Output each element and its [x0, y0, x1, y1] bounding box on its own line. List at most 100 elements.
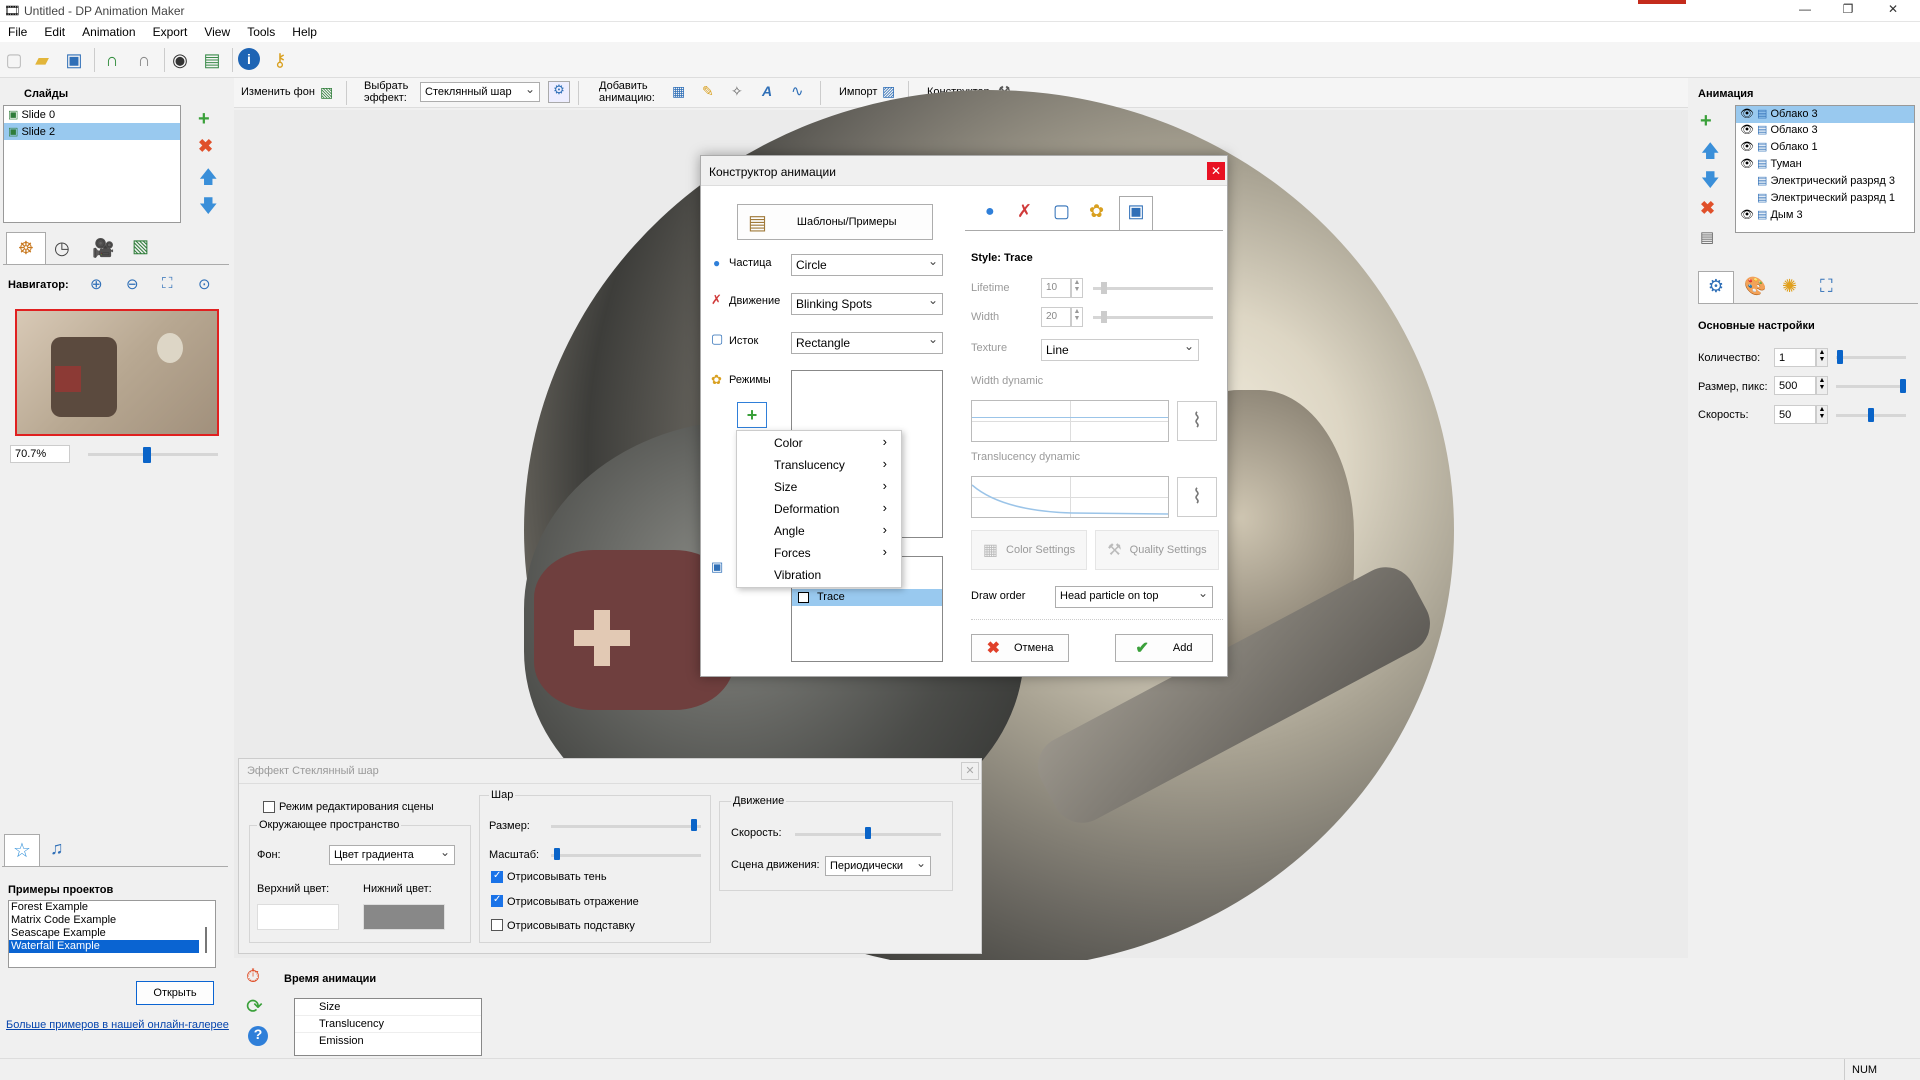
visibility-eye-icon[interactable]: 👁 [1740, 124, 1754, 136]
draw-order-select[interactable]: Head particle on top [1055, 586, 1213, 608]
size-input[interactable]: 500 [1774, 376, 1816, 395]
menu-item-deformation[interactable]: Deformation › [737, 497, 901, 519]
edit-translucency-curve-icon[interactable]: ⌇ [1177, 477, 1217, 517]
magnet-gray-icon[interactable]: ∩ [132, 48, 156, 72]
zoom-in-icon[interactable]: ⊕ [90, 275, 103, 293]
width-slider-thumb[interactable] [1101, 311, 1107, 323]
menu-export[interactable]: Export [145, 22, 194, 39]
magnet-green-icon[interactable]: ∩ [100, 48, 124, 72]
menu-animation[interactable]: Animation [74, 22, 141, 39]
shadow-checkbox[interactable] [491, 870, 503, 883]
motion-scene-select[interactable]: Периодически [825, 856, 931, 876]
menu-item-angle[interactable]: Angle › [737, 519, 901, 541]
import-icon[interactable]: ▨ [882, 83, 895, 100]
add-particles-animation-icon[interactable]: ✧ [731, 83, 743, 100]
effect-panel-close-icon[interactable]: ✕ [961, 762, 979, 780]
size-slider-thumb[interactable] [1900, 379, 1906, 393]
menu-item-forces[interactable]: Forces › [737, 541, 901, 563]
lifetime-spinner[interactable]: ▲ ▼ [1071, 278, 1083, 298]
lifetime-slider[interactable] [1093, 287, 1213, 290]
background-type-select[interactable]: Цвет градиента [329, 845, 455, 865]
speed-spinner[interactable]: ▲ ▼ [1816, 405, 1828, 424]
width-spinner[interactable]: ▲ ▼ [1071, 307, 1083, 327]
tab-modes-icon[interactable]: ✿ [1089, 201, 1104, 222]
animation-up-icon[interactable]: 🡅 [1701, 139, 1720, 169]
style-checkbox[interactable] [798, 591, 809, 603]
slide-item[interactable]: ▣ Slide 0 [4, 106, 180, 123]
count-slider[interactable] [1836, 356, 1906, 359]
layer-item[interactable]: ▤ Электрический разряд 3 [1736, 174, 1914, 191]
bottom-color-swatch[interactable] [363, 904, 445, 930]
menu-item-translucency[interactable]: Translucency › [737, 453, 901, 475]
width-input[interactable]: 20 [1041, 307, 1071, 327]
ball-size-slider-thumb[interactable] [691, 819, 697, 831]
delete-slide-icon[interactable]: ✖ [198, 136, 213, 157]
tab-settings-wheel-icon[interactable]: ☸ [6, 232, 46, 264]
menu-file[interactable]: File [0, 22, 33, 39]
tab-camera-icon[interactable]: 🎥 [92, 238, 114, 259]
examples-scrollbar[interactable] [205, 927, 207, 953]
texture-select[interactable]: Line [1041, 339, 1199, 361]
export-icon[interactable]: ▤ [200, 48, 224, 72]
tab-source-icon[interactable]: ▢ [1053, 201, 1070, 222]
zoom-slider-thumb[interactable] [143, 447, 151, 463]
visibility-eye-icon[interactable]: 👁 [1740, 108, 1754, 120]
ball-scale-slider[interactable] [551, 854, 701, 857]
timeline-refresh-icon[interactable]: ⟳ [246, 994, 263, 1019]
add-animation-icon[interactable]: + [1700, 110, 1712, 133]
zoom-field[interactable]: 70.7% [10, 445, 70, 463]
track-row[interactable]: Translucency [295, 1016, 481, 1033]
tab-effects-icon[interactable]: ✺ [1782, 276, 1797, 297]
tab-motion-icon[interactable]: ✗ [1017, 201, 1032, 222]
menu-tools[interactable]: Tools [239, 22, 281, 39]
templates-button[interactable]: ▤ Шаблоны/Примеры [737, 204, 933, 240]
lifetime-input[interactable]: 10 [1041, 278, 1071, 298]
preview-eye-icon[interactable]: ◉ [168, 48, 192, 72]
change-background-label[interactable]: Изменить фон [241, 86, 315, 98]
layer-item[interactable]: 👁 ▤ Туман [1736, 157, 1914, 174]
translucency-dynamic-graph[interactable] [971, 476, 1169, 518]
close-button[interactable]: ✕ [1873, 2, 1913, 16]
menu-edit[interactable]: Edit [36, 22, 71, 39]
tab-bounds-icon[interactable]: ⛶ [1820, 276, 1833, 297]
tab-image-icon[interactable]: ▧ [132, 236, 149, 257]
menu-item-color[interactable]: Color › [737, 431, 901, 453]
add-wave-animation-icon[interactable]: ∿ [791, 82, 804, 100]
save-icon[interactable]: ▣ [62, 48, 86, 72]
motion-select[interactable]: Blinking Spots [791, 293, 943, 315]
add-brush-animation-icon[interactable]: ✎ [702, 83, 714, 100]
particle-select[interactable]: Circle [791, 254, 943, 276]
example-item-selected[interactable]: Waterfall Example [9, 940, 199, 953]
zoom-actual-icon[interactable]: ⊙ [198, 275, 211, 293]
example-item[interactable]: Seascape Example [9, 927, 215, 940]
width-dynamic-graph[interactable] [971, 400, 1169, 442]
layer-item[interactable]: 👁 ▤ Облако 3 [1736, 123, 1914, 140]
slide-item-selected[interactable]: ▣ Slide 2 [4, 123, 180, 140]
count-spinner[interactable]: ▲ ▼ [1816, 348, 1828, 367]
size-spinner[interactable]: ▲ ▼ [1816, 376, 1828, 395]
edit-mode-checkbox[interactable] [263, 801, 275, 813]
tab-particle-circle-icon[interactable]: ● [985, 203, 995, 221]
online-gallery-link[interactable]: Больше примеров в нашей онлайн-галерее [6, 1019, 229, 1031]
zoom-out-icon[interactable]: ⊖ [126, 275, 139, 293]
zoom-fit-icon[interactable]: ⛶ [162, 275, 173, 292]
top-color-swatch[interactable] [257, 904, 339, 930]
source-select[interactable]: Rectangle [791, 332, 943, 354]
add-slide-icon[interactable]: + [198, 108, 210, 131]
move-down-icon[interactable]: 🡇 [199, 194, 218, 224]
visibility-eye-icon[interactable]: 👁 [1740, 141, 1754, 153]
menu-item-size[interactable]: Size › [737, 475, 901, 497]
menu-item-vibration[interactable]: Vibration [737, 563, 901, 585]
stand-checkbox[interactable] [491, 919, 503, 931]
add-mode-plus-icon[interactable]: + [737, 402, 767, 428]
tab-favorites-star-icon[interactable]: ☆ [4, 834, 40, 866]
move-up-icon[interactable]: 🡅 [199, 165, 218, 195]
motion-speed-slider-thumb[interactable] [865, 827, 871, 839]
size-slider[interactable] [1836, 385, 1906, 388]
animation-down-icon[interactable]: 🡇 [1701, 168, 1720, 198]
cancel-button[interactable]: ✖ Отмена [971, 634, 1069, 662]
ball-size-slider[interactable] [551, 825, 701, 828]
timeline-help-icon[interactable]: ? [248, 1026, 268, 1046]
add-text-animation-icon[interactable]: A [762, 83, 772, 99]
count-slider-thumb[interactable] [1837, 350, 1843, 364]
